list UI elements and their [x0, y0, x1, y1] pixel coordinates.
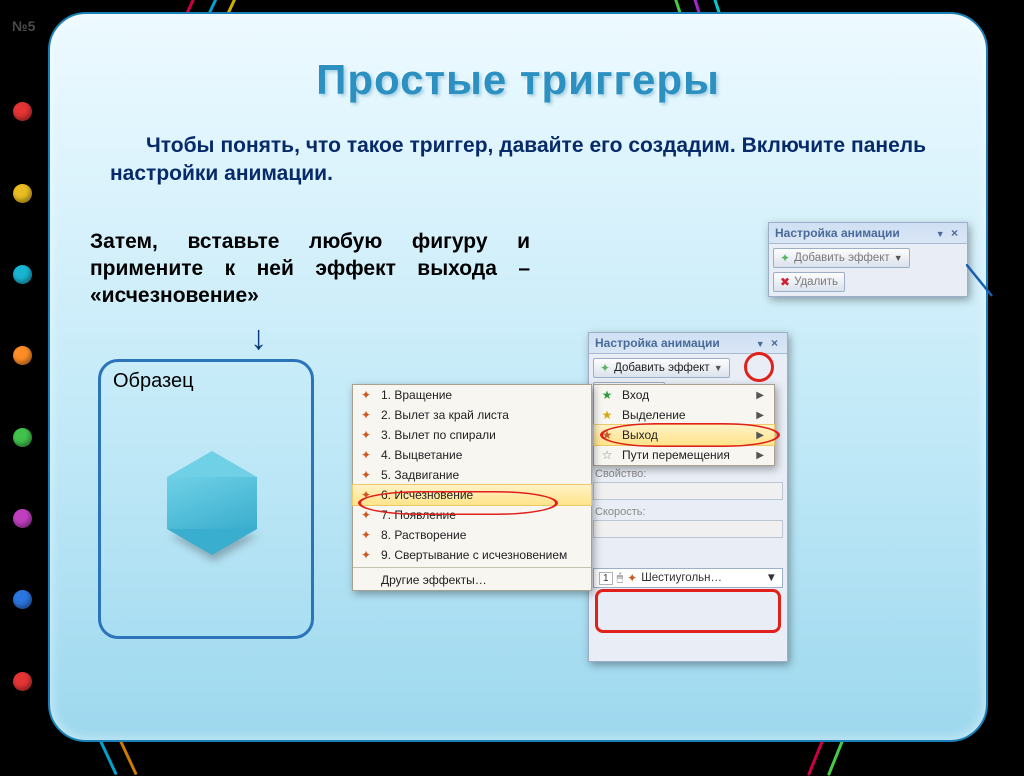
menu-item-effect[interactable]: ✦ 3. Вылет по спирали [353, 425, 591, 445]
mouse-icon: 🖱 [617, 572, 624, 585]
menu-label: Пути перемещения [622, 448, 730, 462]
menu-item-effect[interactable]: ✦ 5. Задвигание [353, 465, 591, 485]
nav-dot[interactable] [13, 672, 32, 691]
add-effect-label: Добавить эффект [794, 252, 890, 264]
nav-dot[interactable] [13, 184, 32, 203]
item-label: Шестиугольн… [641, 572, 722, 584]
remove-effect-button-disabled: ✖ Удалить [773, 272, 845, 292]
add-effect-button[interactable]: ✦ Добавить эффект ▼ [593, 358, 730, 378]
item-order: 1 [599, 572, 613, 585]
add-effect-button-disabled: ✦ Добавить эффект ▼ [773, 248, 910, 268]
paragraph-intro: Чтобы понять, что такое триггер, давайте… [110, 132, 926, 189]
annotation-rect [595, 589, 781, 633]
slide-title: Простые триггеры [50, 56, 986, 104]
nav-dot[interactable] [13, 428, 32, 447]
panel-title-text: Настройка анимации [775, 226, 900, 240]
sample-box: Образец [98, 359, 314, 639]
menu-item-entry[interactable]: ★ Вход ▶ [594, 385, 774, 405]
effect-icon: ✦ [357, 468, 375, 482]
menu-item-more-effects[interactable]: Другие эффекты… [353, 570, 591, 590]
menu-item-effect[interactable]: ✦ 9. Свертывание с исчезновением [353, 545, 591, 565]
effect-icon: ✦ [357, 388, 375, 402]
menu-item-effect[interactable]: ✦ 8. Растворение [353, 525, 591, 545]
annotation-circle [744, 352, 774, 382]
close-icon[interactable]: × [948, 226, 961, 240]
connector-line [966, 264, 996, 304]
panel-title: Настройка анимации ▼ × [589, 333, 787, 354]
entry-icon: ★ [598, 388, 616, 402]
menu-label: 4. Выцветание [381, 448, 462, 462]
menu-item-motion[interactable]: ☆ Пути перемещения ▶ [594, 445, 774, 465]
menu-item-emphasis[interactable]: ★ Выделение ▶ [594, 405, 774, 425]
nav-dot[interactable] [13, 509, 32, 528]
panel-title-text: Настройка анимации [595, 336, 720, 350]
effect-type-icon: ✦ [627, 571, 637, 585]
nav-dot[interactable] [13, 102, 32, 121]
animation-pane-disabled: Настройка анимации ▼ × ✦ Добавить эффект… [768, 222, 968, 297]
effects-list-menu: ✦ 1. Вращение ✦ 2. Вылет за край листа ✦ 3.… [352, 384, 592, 591]
menu-item-effect[interactable]: ✦ 1. Вращение [353, 385, 591, 405]
property-combo[interactable] [593, 482, 783, 500]
speed-combo[interactable] [593, 520, 783, 538]
effect-icon: ✦ [357, 548, 375, 562]
star-icon: ✦ [780, 251, 790, 265]
effect-icon: ✦ [357, 408, 375, 422]
panel-title: Настройка анимации ▼ × [769, 223, 967, 244]
menu-item-effect[interactable]: ✦ 2. Вылет за край листа [353, 405, 591, 425]
remove-icon: ✖ [780, 275, 790, 289]
effect-icon: ✦ [357, 448, 375, 462]
effect-icon: ✦ [357, 428, 375, 442]
menu-item-effect[interactable]: ✦ 4. Выцветание [353, 445, 591, 465]
remove-label: Удалить [794, 276, 838, 288]
annotation-ellipse [358, 491, 558, 515]
sample-label: Образец [113, 370, 194, 393]
effect-list-item[interactable]: 1 🖱 ✦ Шестиугольн… ▼ [593, 568, 783, 588]
menu-label: Другие эффекты… [381, 573, 487, 587]
nav-dot[interactable] [13, 265, 32, 284]
slide-number-corner: №5 [12, 18, 35, 34]
paragraph-step: Затем, вставьте любую фигуру и примените… [90, 229, 530, 310]
motion-icon: ☆ [598, 448, 616, 462]
nav-dot[interactable] [13, 346, 32, 365]
menu-label: 9. Свертывание с исчезновением [381, 548, 567, 562]
menu-label: Выделение [622, 408, 686, 422]
annotation-ellipse [600, 423, 780, 447]
slide-frame: Простые триггеры Чтобы понять, что такое… [48, 12, 988, 742]
add-effect-label: Добавить эффект [614, 362, 710, 374]
menu-label: 8. Растворение [381, 528, 466, 542]
speed-label: Скорость: [595, 506, 781, 518]
property-label: Свойство: [595, 468, 781, 480]
effect-icon: ✦ [357, 528, 375, 542]
nav-dot[interactable] [13, 590, 32, 609]
menu-label: 2. Вылет за край листа [381, 408, 509, 422]
close-icon[interactable]: × [768, 336, 781, 350]
star-icon: ✦ [600, 361, 610, 375]
menu-label: 3. Вылет по спирали [381, 428, 496, 442]
hexagon-shape[interactable] [167, 477, 257, 529]
menu-label: Вход [622, 388, 649, 402]
menu-label: 5. Задвигание [381, 468, 459, 482]
arrow-down-icon: ↓ [250, 319, 267, 358]
emphasis-icon: ★ [598, 408, 616, 422]
menu-label: 1. Вращение [381, 388, 452, 402]
